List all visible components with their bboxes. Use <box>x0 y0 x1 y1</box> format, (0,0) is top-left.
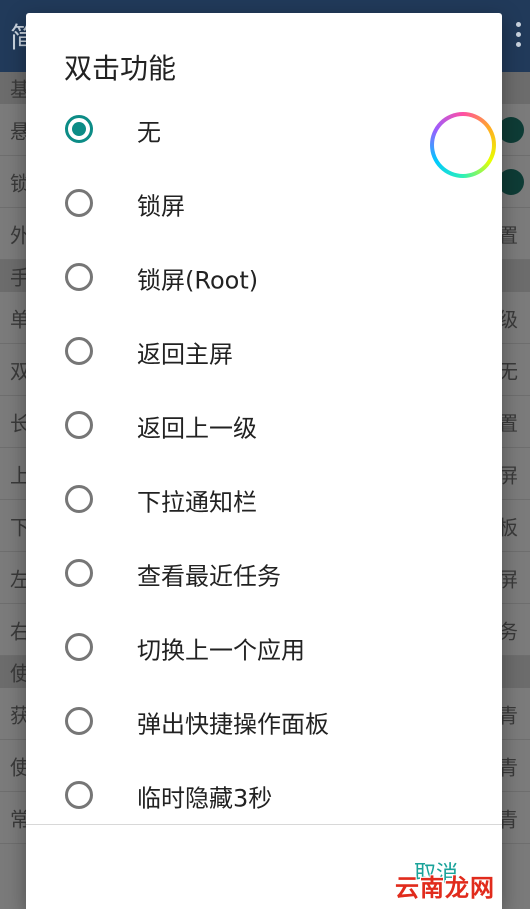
radio-unchecked-icon[interactable] <box>65 559 93 587</box>
radio-unchecked-icon[interactable] <box>65 189 93 217</box>
option-label: 返回上一级 <box>137 414 257 443</box>
radio-unchecked-icon[interactable] <box>65 263 93 291</box>
option-item[interactable]: 锁屏(Root) <box>26 241 502 315</box>
option-item[interactable]: 临时隐藏3秒 <box>26 759 502 833</box>
option-label: 无 <box>137 118 161 147</box>
option-item[interactable]: 切换上一个应用 <box>26 611 502 685</box>
radio-unchecked-icon[interactable] <box>65 781 93 809</box>
radio-unchecked-icon[interactable] <box>65 707 93 735</box>
option-label: 下拉通知栏 <box>137 488 257 517</box>
option-label: 锁屏(Root) <box>137 266 259 295</box>
radio-checked-icon[interactable] <box>65 115 93 143</box>
radio-unchecked-icon[interactable] <box>65 411 93 439</box>
option-item[interactable]: 锁屏 <box>26 167 502 241</box>
options-list: 无锁屏锁屏(Root) 返回主屏返回上一级下拉通知栏查看最近任务 切换上一个应用 弹出… <box>26 93 502 833</box>
radio-unchecked-icon[interactable] <box>65 485 93 513</box>
option-label: 切换上一个应用 <box>137 636 305 665</box>
option-label: 查看最近任务 <box>137 562 281 591</box>
option-item[interactable]: 弹出快捷操作面板 <box>26 685 502 759</box>
option-label: 临时隐藏3秒 <box>137 784 273 813</box>
more-options-icon <box>516 22 522 52</box>
floating-ball-icon[interactable] <box>430 112 496 178</box>
option-item[interactable]: 查看最近任务 <box>26 537 502 611</box>
option-label: 弹出快捷操作面板 <box>137 710 329 739</box>
option-label: 返回主屏 <box>137 340 233 369</box>
dialog-divider <box>26 824 502 825</box>
radio-unchecked-icon[interactable] <box>65 633 93 661</box>
option-label: 锁屏 <box>137 192 185 221</box>
radio-unchecked-icon[interactable] <box>65 337 93 365</box>
option-item[interactable]: 返回主屏 <box>26 315 502 389</box>
option-item[interactable]: 下拉通知栏 <box>26 463 502 537</box>
dialog-title: 双击功能 <box>64 52 177 85</box>
option-item[interactable]: 返回上一级 <box>26 389 502 463</box>
watermark-logo: 云南龙网 <box>395 874 495 902</box>
option-item[interactable]: 无 <box>26 93 502 167</box>
